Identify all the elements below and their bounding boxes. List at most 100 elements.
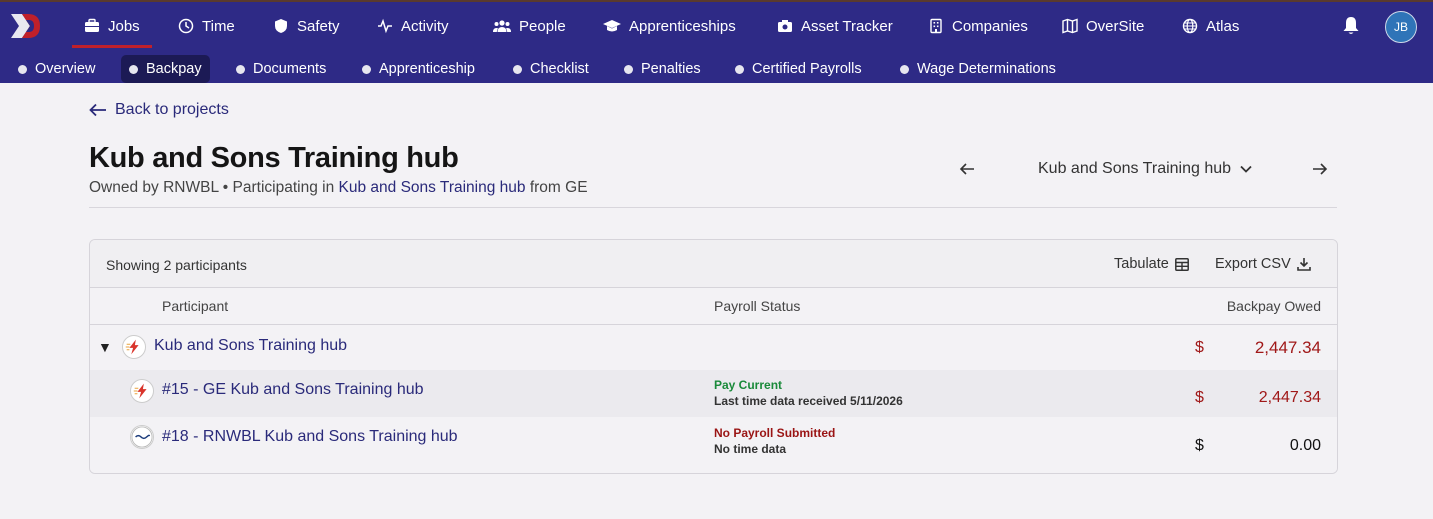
project-selector[interactable]: Kub and Sons Training hub	[1038, 160, 1253, 178]
subnav-overview[interactable]: Overview	[10, 55, 103, 83]
header-divider	[89, 207, 1337, 208]
nav-label: Atlas	[1206, 17, 1240, 35]
arrow-left-icon	[89, 103, 106, 117]
app-logo-icon[interactable]	[8, 11, 42, 41]
previous-project-arrow-icon[interactable]	[958, 160, 976, 178]
nav-companies[interactable]: Companies	[928, 2, 1028, 50]
subnav-backpay[interactable]: Backpay	[121, 55, 210, 83]
subnav-apprenticeship[interactable]: Apprenticeship	[354, 55, 483, 83]
backpay-amount: 2,447.34	[1258, 389, 1321, 406]
subnav-label: Backpay	[146, 61, 202, 77]
download-icon	[1296, 258, 1311, 271]
dot-icon	[129, 64, 138, 74]
nav-label: Activity	[401, 17, 449, 35]
map-icon	[1062, 18, 1078, 34]
participant-name[interactable]: #18 - RNWBL Kub and Sons Training hub	[162, 428, 458, 446]
table-icon	[1174, 257, 1189, 271]
globe-icon	[1182, 18, 1198, 34]
subnav-certified-payrolls[interactable]: Certified Payrolls	[727, 55, 870, 83]
payroll-status-detail: Last time data received 5/11/2026	[714, 394, 903, 408]
dot-icon	[900, 64, 909, 74]
dot-icon	[18, 64, 27, 74]
nav-oversite[interactable]: OverSite	[1062, 2, 1144, 50]
nav-atlas[interactable]: Atlas	[1182, 2, 1239, 50]
nav-label: Apprenticeships	[629, 17, 736, 35]
nav-label: Safety	[297, 17, 340, 35]
subnav-label: Checklist	[530, 61, 589, 77]
dot-icon	[624, 64, 633, 74]
backpay-amount: 0.00	[1289, 437, 1321, 454]
currency-symbol: $	[1195, 389, 1204, 406]
table-row[interactable]: #15 - GE Kub and Sons Training hub Pay C…	[90, 370, 1337, 417]
nav-asset-tracker[interactable]: Asset Tracker	[777, 2, 893, 50]
nav-label: OverSite	[1086, 17, 1145, 35]
dot-icon	[735, 64, 744, 74]
tabulate-button[interactable]: Tabulate	[1114, 256, 1189, 272]
sub-nav: Overview Backpay Documents Apprenticeshi…	[0, 50, 1433, 83]
dot-icon	[236, 64, 245, 74]
nav-activity[interactable]: Activity	[377, 2, 449, 50]
column-header-payroll-status[interactable]: Payroll Status	[714, 298, 800, 314]
owned-suffix: from GE	[529, 179, 588, 196]
expand-caret-icon[interactable]: ▼	[98, 339, 112, 355]
participants-table: Showing 2 participants Tabulate Export C…	[89, 239, 1338, 474]
export-csv-button[interactable]: Export CSV	[1215, 256, 1311, 272]
payroll-status-detail: No time data	[714, 442, 787, 456]
back-label: Back to projects	[115, 101, 229, 118]
subnav-label: Wage Determinations	[917, 61, 1056, 77]
owned-prefix: Owned by RNWBL • Participating in	[89, 179, 335, 196]
currency-symbol: $	[1195, 437, 1204, 454]
bell-icon[interactable]	[1340, 15, 1362, 37]
next-project-arrow-icon[interactable]	[1311, 160, 1329, 178]
nav-safety[interactable]: Safety	[273, 2, 340, 50]
group-backpay-amount: 2,447.34	[1254, 338, 1321, 357]
group-row[interactable]: ▼ Kub and Sons Training hub $ 2,447.34	[90, 325, 1337, 370]
subnav-checklist[interactable]: Checklist	[505, 55, 597, 83]
subnav-penalties[interactable]: Penalties	[616, 55, 709, 83]
building-icon	[930, 18, 942, 34]
nav-label: People	[519, 17, 566, 35]
export-label: Export CSV	[1215, 256, 1291, 272]
dot-icon	[513, 64, 522, 74]
table-toolbar: Showing 2 participants Tabulate Export C…	[90, 240, 1337, 288]
subnav-wage-determinations[interactable]: Wage Determinations	[892, 55, 1064, 83]
top-nav: Jobs Time Safety Activity People Apprent…	[0, 0, 1433, 50]
table-header: Participant Payroll Status Backpay Owed	[90, 288, 1337, 325]
dot-icon	[362, 64, 371, 74]
project-selector-label: Kub and Sons Training hub	[1038, 160, 1232, 177]
payroll-status: Pay Current	[714, 378, 783, 392]
graduation-cap-icon	[603, 20, 621, 32]
subnav-label: Documents	[253, 61, 327, 77]
nav-label: Jobs	[108, 17, 140, 35]
payroll-status: No Payroll Submitted	[714, 426, 836, 440]
participants-count: Showing 2 participants	[106, 257, 247, 273]
group-name[interactable]: Kub and Sons Training hub	[154, 337, 347, 355]
organization-logo-icon	[122, 335, 146, 359]
subnav-label: Overview	[35, 61, 96, 77]
back-to-projects-link[interactable]: Back to projects	[89, 101, 229, 119]
column-header-backpay-owed[interactable]: Backpay Owed	[1227, 298, 1321, 314]
subnav-label: Apprenticeship	[379, 61, 475, 77]
nav-people[interactable]: People	[493, 2, 566, 50]
nav-apprenticeships[interactable]: Apprenticeships	[603, 2, 736, 50]
organization-logo-icon	[130, 379, 154, 403]
participating-project-link[interactable]: Kub and Sons Training hub	[339, 179, 526, 196]
participant-name[interactable]: #15 - GE Kub and Sons Training hub	[162, 381, 424, 399]
user-avatar[interactable]: JB	[1385, 11, 1417, 43]
clock-icon	[178, 18, 194, 34]
briefcase-icon	[85, 18, 99, 32]
page-title: Kub and Sons Training hub	[89, 142, 459, 174]
currency-symbol: $	[1195, 339, 1204, 356]
nav-label: Asset Tracker	[801, 17, 893, 35]
nav-jobs[interactable]: Jobs	[72, 2, 152, 50]
nav-label: Time	[202, 17, 235, 35]
camera-icon	[778, 20, 792, 32]
subnav-documents[interactable]: Documents	[228, 55, 334, 83]
table-row[interactable]: #18 - RNWBL Kub and Sons Training hub No…	[90, 417, 1337, 473]
subnav-label: Penalties	[641, 61, 701, 77]
nav-time[interactable]: Time	[178, 2, 235, 50]
tabulate-label: Tabulate	[1114, 256, 1169, 272]
column-header-participant[interactable]: Participant	[162, 298, 228, 314]
pulse-icon	[378, 18, 392, 34]
organization-logo-icon	[130, 425, 154, 449]
